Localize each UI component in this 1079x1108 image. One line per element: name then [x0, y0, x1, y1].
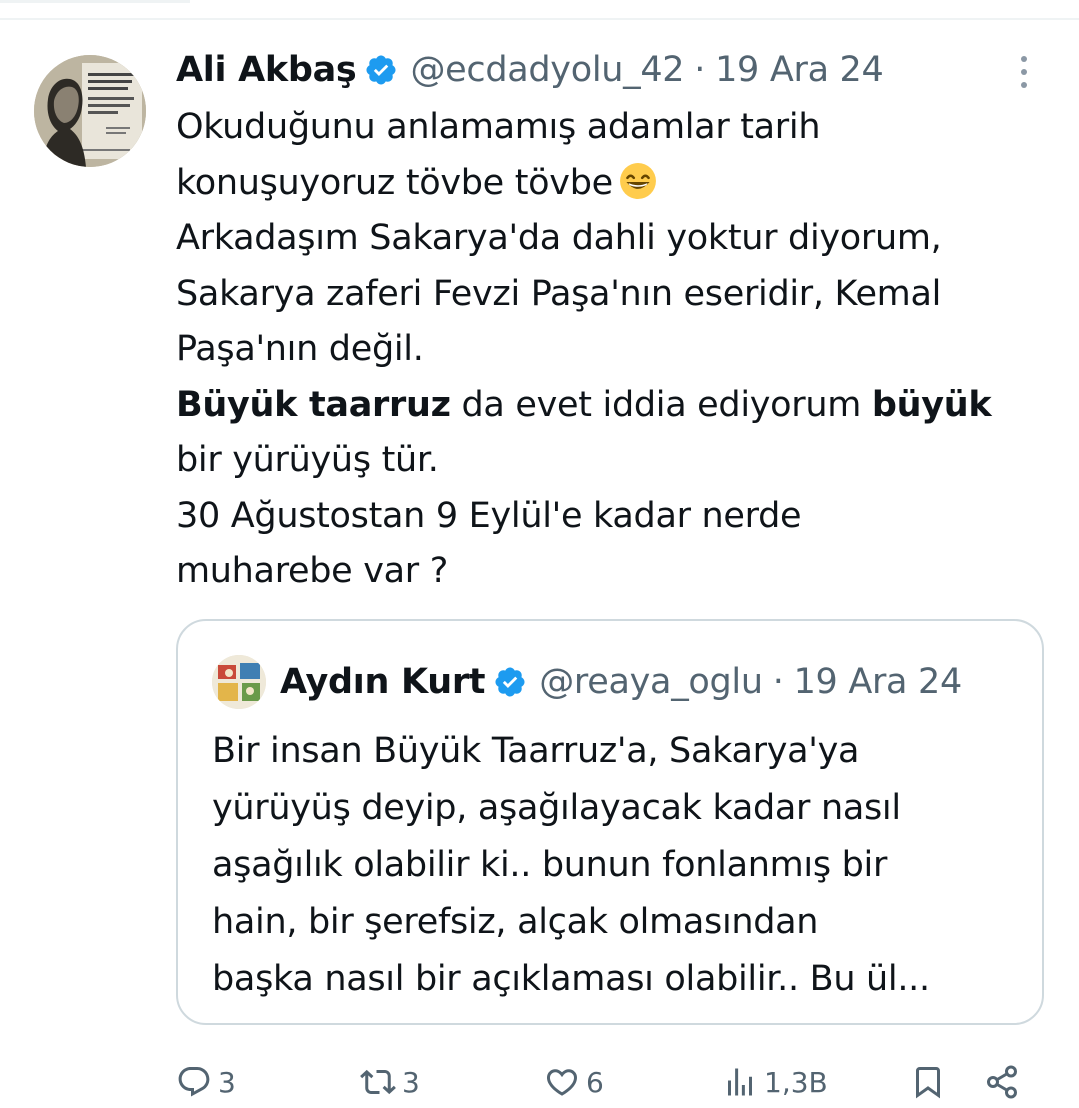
analytics-icon [722, 1064, 758, 1100]
quoted-tweet-card[interactable]: Aydın Kurt @reaya_oglu · 19 Ara 24 Bir i… [176, 619, 1044, 1025]
tweet-text: Okuduğunu anlamamış adamlar tarih konuşuy… [176, 100, 1056, 600]
repost-button[interactable]: 3 [360, 1060, 420, 1104]
quoted-tweet-text-line: başka nasıl bir açıklaması olabilir.. Bu… [212, 959, 930, 999]
quoted-tweet-header: Aydın Kurt @reaya_oglu · 19 Ara 24 [212, 655, 963, 709]
tweet-text-line: Paşa'nın değil. [176, 322, 1056, 378]
quoted-tweet-text-line: yürüyüş deyip, aşağılayacak kadar nasıl [212, 788, 901, 828]
more-options-icon[interactable] [1010, 52, 1038, 92]
share-button[interactable] [984, 1060, 1020, 1104]
tweet-text-segment: muharebe var ? [176, 551, 448, 591]
tweet-text-segment: 30 Ağustostan 9 Eylül'e kadar nerde [176, 495, 802, 536]
share-icon [984, 1064, 1020, 1100]
quoted-tweet-text-line: aşağılık olabilir ki.. bunun fonlanmış b… [212, 845, 888, 885]
quoted-author-avatar [212, 655, 266, 709]
thread-separator [0, 18, 1079, 20]
tweet-text-segment: Arkadaşım Sakarya'da dahli yoktur diyoru… [176, 218, 942, 258]
tweet-text-segment: Okuduğunu anlamamış adamlar tarih [176, 107, 821, 147]
tweet-text-bold: büyük [871, 384, 992, 425]
quoted-tweet-text-line: hain, bir şerefsiz, alçak olmasından [212, 902, 819, 942]
quoted-tweet-date: 19 Ara 24 [793, 662, 963, 702]
tweet-text-line: Arkadaşım Sakarya'da dahli yoktur diyoru… [176, 211, 1056, 267]
tweet-text-line: Okuduğunu anlamamış adamlar tarih [176, 100, 1056, 156]
quoted-tweet-text-line: Bir insan Büyük Taarruz'a, Sakarya'ya [212, 731, 860, 771]
reply-count: 3 [218, 1065, 236, 1099]
views-button[interactable]: 1,3B [722, 1060, 828, 1104]
tweet-text-line: Sakarya zaferi Fevzi Paşa'nın eseridir, … [176, 267, 1056, 323]
tweet-text-line: Büyük taarruz da evet iddia ediyorum büy… [176, 378, 1056, 434]
verified-badge-icon [364, 53, 398, 87]
repost-count: 3 [402, 1065, 420, 1099]
quoted-meta-separator: · [772, 662, 784, 702]
like-count: 6 [586, 1065, 604, 1099]
like-button[interactable]: 6 [544, 1060, 604, 1104]
tweet-action-bar: 3 3 6 1,3B [176, 1052, 1056, 1108]
quoted-author-name: Aydın Kurt [280, 662, 486, 702]
quoted-tweet-text: Bir insan Büyük Taarruz'a, Sakarya'ya yür… [212, 723, 1032, 1008]
top-divider [0, 0, 190, 3]
tweet-text-segment: Paşa'nın değil. [176, 329, 424, 369]
tweet-text-segment: bir yürüyüş tür. [176, 440, 439, 480]
tweet-date[interactable]: 19 Ara 24 [715, 50, 884, 90]
views-count: 1,3B [764, 1065, 828, 1099]
author-handle[interactable]: @ecdadyolu_42 [410, 50, 684, 90]
meta-separator: · [694, 50, 706, 90]
tweet-header: Ali Akbaş @ecdadyolu_42 · 19 Ara 24 [176, 46, 884, 94]
tweet-text-line: konuşuyoruz tövbe tövbe [176, 156, 1056, 212]
author-avatar[interactable] [34, 55, 146, 167]
reply-button[interactable]: 3 [176, 1060, 236, 1104]
heart-icon [544, 1064, 580, 1100]
tweet-text-line: bir yürüyüş tür. [176, 433, 1056, 489]
tweet-text-segment: da evet iddia ediyorum [450, 384, 872, 425]
quoted-author-handle: @reaya_oglu [539, 662, 763, 702]
tweet-text-bold: Büyük taarruz [176, 384, 451, 425]
reply-icon [176, 1064, 212, 1100]
quoted-verified-badge-icon [493, 665, 527, 699]
bookmark-icon [910, 1064, 946, 1100]
tweet-text-line: 30 Ağustostan 9 Eylül'e kadar nerde [176, 489, 1056, 545]
tweet-text-segment: Sakarya zaferi Fevzi Paşa'nın eseridir, … [176, 273, 942, 314]
tweet-text-line: muharebe var ? [176, 544, 1056, 600]
tweet-text-segment: konuşuyoruz tövbe tövbe [176, 162, 613, 203]
repost-icon [360, 1064, 396, 1100]
author-name[interactable]: Ali Akbaş [176, 50, 357, 90]
grinning-face-emoji-icon [619, 162, 657, 200]
bookmark-button[interactable] [910, 1060, 946, 1104]
